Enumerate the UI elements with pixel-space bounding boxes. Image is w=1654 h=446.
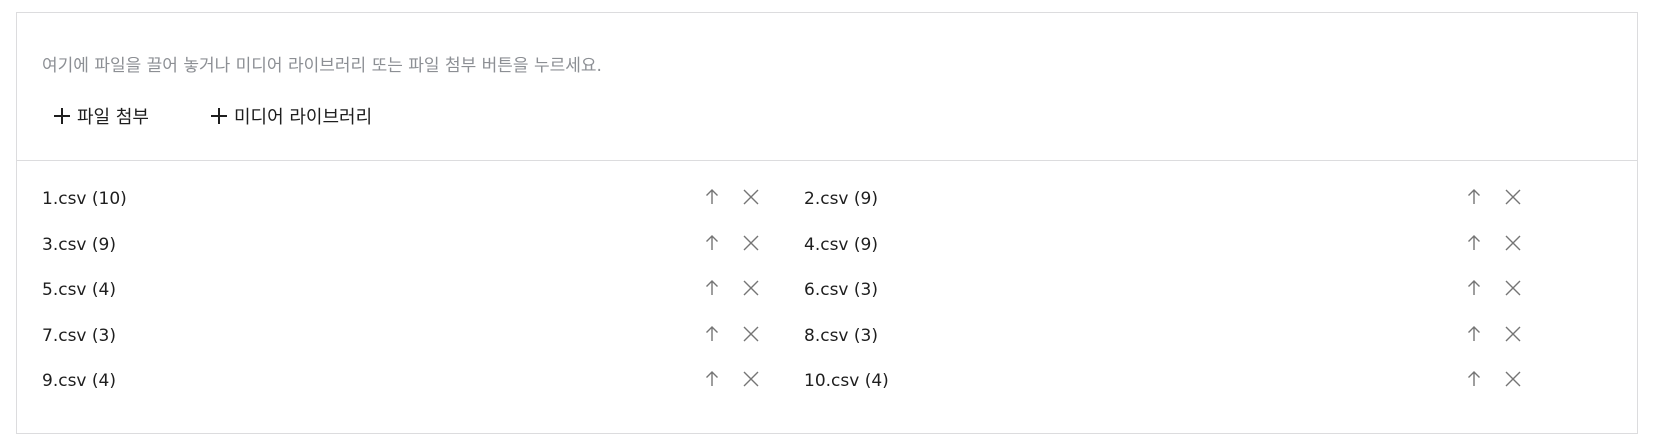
remove-file-button[interactable] xyxy=(1501,185,1525,209)
remove-file-button[interactable] xyxy=(1501,367,1525,391)
file-name: 8.csv (3) xyxy=(804,326,878,346)
file-name: 4.csv (9) xyxy=(804,235,878,255)
file-row: 9.csv (4) 10.csv (4) xyxy=(17,367,1639,397)
drop-zone[interactable]: 여기에 파일을 끌어 놓거나 미디어 라이브러리 또는 파일 첨부 버튼을 누르… xyxy=(17,13,1637,161)
file-item: 9.csv (4) xyxy=(42,367,782,397)
plus-icon xyxy=(210,108,227,124)
move-up-button[interactable] xyxy=(700,276,724,300)
remove-file-button[interactable] xyxy=(739,322,763,346)
upload-actions: 파일 첨부 미디어 라이브러리 xyxy=(54,103,372,129)
file-name: 9.csv (4) xyxy=(42,371,116,391)
file-name: 7.csv (3) xyxy=(42,326,116,346)
remove-file-button[interactable] xyxy=(739,367,763,391)
file-item: 10.csv (4) xyxy=(804,367,1544,397)
close-icon xyxy=(743,189,759,205)
remove-file-button[interactable] xyxy=(1501,231,1525,255)
file-item: 3.csv (9) xyxy=(42,231,782,261)
close-icon xyxy=(1505,189,1521,205)
plus-icon xyxy=(54,108,70,124)
file-item: 2.csv (9) xyxy=(804,185,1544,215)
move-up-button[interactable] xyxy=(1462,367,1486,391)
file-name: 2.csv (9) xyxy=(804,189,878,209)
close-icon xyxy=(743,235,759,251)
close-icon xyxy=(1505,326,1521,342)
move-up-button[interactable] xyxy=(700,367,724,391)
arrow-up-icon xyxy=(706,326,718,341)
attach-file-label: 파일 첨부 xyxy=(77,107,149,128)
file-item: 5.csv (4) xyxy=(42,276,782,306)
close-icon xyxy=(743,371,759,387)
arrow-up-icon xyxy=(1468,371,1480,386)
file-item: 7.csv (3) xyxy=(42,322,782,352)
move-up-button[interactable] xyxy=(1462,276,1486,300)
file-item: 6.csv (3) xyxy=(804,276,1544,306)
move-up-button[interactable] xyxy=(1462,322,1486,346)
move-up-button[interactable] xyxy=(700,231,724,255)
file-name: 5.csv (4) xyxy=(42,280,116,300)
arrow-up-icon xyxy=(706,235,718,250)
file-item: 8.csv (3) xyxy=(804,322,1544,352)
move-up-button[interactable] xyxy=(700,322,724,346)
close-icon xyxy=(1505,235,1521,251)
close-icon xyxy=(1505,280,1521,296)
remove-file-button[interactable] xyxy=(1501,322,1525,346)
remove-file-button[interactable] xyxy=(739,276,763,300)
file-row: 7.csv (3) 8.csv (3) xyxy=(17,322,1639,352)
file-name: 3.csv (9) xyxy=(42,235,116,255)
file-item: 1.csv (10) xyxy=(42,185,782,215)
remove-file-button[interactable] xyxy=(1501,276,1525,300)
arrow-up-icon xyxy=(1468,235,1480,250)
arrow-up-icon xyxy=(706,189,718,204)
close-icon xyxy=(743,326,759,342)
arrow-up-icon xyxy=(1468,189,1480,204)
remove-file-button[interactable] xyxy=(739,185,763,209)
arrow-up-icon xyxy=(1468,280,1480,295)
file-row: 3.csv (9) 4.csv (9) xyxy=(17,231,1639,261)
file-row: 1.csv (10) 2.csv (9) xyxy=(17,185,1639,215)
file-item: 4.csv (9) xyxy=(804,231,1544,261)
file-name: 1.csv (10) xyxy=(42,189,127,209)
move-up-button[interactable] xyxy=(700,185,724,209)
arrow-up-icon xyxy=(1468,326,1480,341)
media-library-button[interactable]: 미디어 라이브러리 xyxy=(210,103,373,129)
close-icon xyxy=(743,280,759,296)
drop-hint: 여기에 파일을 끌어 놓거나 미디어 라이브러리 또는 파일 첨부 버튼을 누르… xyxy=(42,56,602,76)
remove-file-button[interactable] xyxy=(739,231,763,255)
file-name: 10.csv (4) xyxy=(804,371,889,391)
close-icon xyxy=(1505,371,1521,387)
file-upload-panel: 여기에 파일을 끌어 놓거나 미디어 라이브러리 또는 파일 첨부 버튼을 누르… xyxy=(16,12,1638,434)
media-library-label: 미디어 라이브러리 xyxy=(233,107,373,128)
attach-file-button[interactable]: 파일 첨부 xyxy=(54,103,149,129)
file-row: 5.csv (4) 6.csv (3) xyxy=(17,276,1639,306)
move-up-button[interactable] xyxy=(1462,231,1486,255)
arrow-up-icon xyxy=(706,280,718,295)
arrow-up-icon xyxy=(706,371,718,386)
move-up-button[interactable] xyxy=(1462,185,1486,209)
file-name: 6.csv (3) xyxy=(804,280,878,300)
